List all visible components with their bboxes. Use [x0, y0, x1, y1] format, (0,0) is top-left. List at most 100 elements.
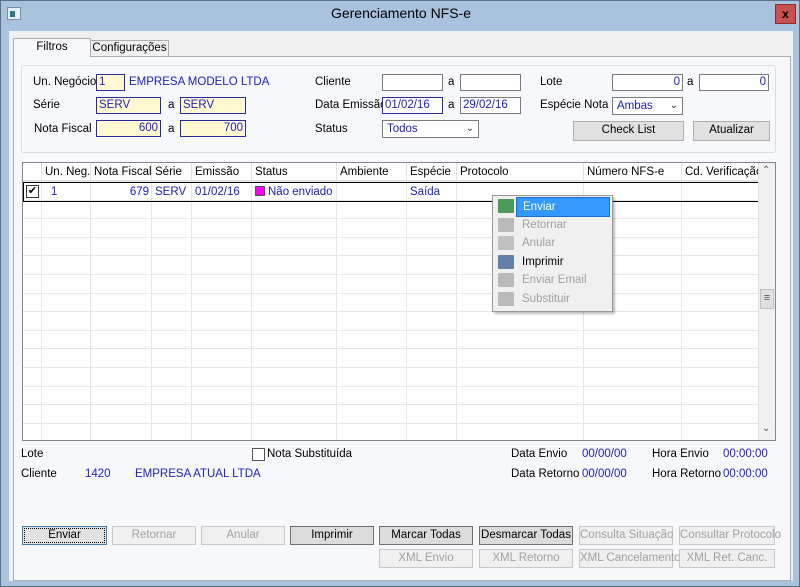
- scroll-thumb[interactable]: ≡: [760, 289, 774, 309]
- column-header[interactable]: Emissão: [192, 163, 252, 181]
- retornar-button[interactable]: Retornar: [112, 526, 196, 545]
- serie-from-input[interactable]: SERV: [96, 97, 161, 114]
- column-divider: [41, 163, 42, 440]
- data-emissao-to-input[interactable]: 29/02/16: [460, 97, 521, 114]
- row-divider: [23, 386, 758, 387]
- cell-serie: SERV: [155, 186, 187, 198]
- menu-item-retornar[interactable]: Retornar: [495, 216, 610, 234]
- cell-cd-verificacao: [682, 183, 759, 201]
- column-header[interactable]: Ambiente: [337, 163, 407, 181]
- lote-to-input[interactable]: 0: [699, 74, 769, 91]
- cliente-label: Cliente: [315, 76, 351, 88]
- cliente-to-input[interactable]: [460, 74, 521, 91]
- xml-envio-button[interactable]: XML Envio: [379, 549, 473, 568]
- nota-fiscal-to-input[interactable]: 700: [180, 120, 246, 137]
- range-sep: a: [448, 76, 455, 88]
- column-header[interactable]: Série: [152, 163, 192, 181]
- atualizar-button[interactable]: Atualizar: [693, 121, 770, 141]
- enviar-button[interactable]: Enviar: [22, 526, 107, 545]
- column-divider: [191, 163, 192, 440]
- cliente-name: EMPRESA ATUAL LTDA: [135, 468, 261, 480]
- cell-un-neg: 1: [51, 186, 58, 198]
- serie-label: Série: [33, 99, 60, 111]
- menu-item-substituir[interactable]: Substituir: [495, 290, 610, 308]
- consulta-situacao-button[interactable]: Consulta Situação: [579, 526, 673, 545]
- column-header[interactable]: Status: [252, 163, 337, 181]
- anular-button[interactable]: Anular: [201, 526, 285, 545]
- close-button[interactable]: x: [775, 4, 796, 24]
- menu-item-imprimir[interactable]: Imprimir: [495, 253, 610, 271]
- replace-icon: [498, 291, 514, 306]
- cliente-detail-label: Cliente: [21, 468, 57, 480]
- column-divider: [90, 163, 91, 440]
- hora-retorno-value: 00:00:00: [723, 468, 768, 480]
- data-envio-label: Data Envio: [511, 448, 568, 460]
- nfse-grid[interactable]: Un. Neg. Nota Fiscal Série Emissão Status Amb…: [22, 162, 776, 441]
- header-check: [23, 163, 42, 181]
- especie-nota-select[interactable]: Ambas ⌄: [612, 97, 683, 115]
- cliente-from-input[interactable]: [382, 74, 443, 91]
- lote-label: Lote: [540, 76, 563, 88]
- xml-retorno-button[interactable]: XML Retorno: [479, 549, 573, 568]
- menu-item-anular[interactable]: Anular: [495, 234, 610, 252]
- especie-nota-label: Espécie Nota: [540, 99, 609, 111]
- xml-ret-canc-button[interactable]: XML Ret. Canc.: [679, 549, 775, 568]
- data-retorno-value: 00/00/00: [582, 468, 627, 480]
- tab-configuracoes[interactable]: Configurações: [90, 40, 169, 57]
- cell-status: Não enviado: [252, 183, 337, 201]
- row-divider: [23, 311, 758, 312]
- imprimir-button[interactable]: Imprimir: [290, 526, 374, 545]
- column-divider: [151, 163, 152, 440]
- row-divider: [23, 423, 758, 424]
- status-value: Todos: [387, 123, 418, 135]
- scroll-up-icon[interactable]: ⌃: [762, 165, 770, 176]
- context-menu: Enviar Retornar Anular Imprimir Enviar Email…: [492, 195, 613, 312]
- check-list-button[interactable]: Check List: [573, 121, 684, 141]
- nota-fiscal-label: Nota Fiscal: [34, 123, 92, 135]
- vertical-scrollbar[interactable]: ⌃ ≡ ⌄: [758, 163, 775, 440]
- column-header[interactable]: Número NFS-e: [584, 163, 682, 181]
- nota-substituida-checkbox[interactable]: [252, 448, 265, 461]
- range-sep: a: [448, 99, 455, 111]
- row-divider: [23, 274, 758, 275]
- xml-cancelamento-button[interactable]: XML Cancelamento: [579, 549, 681, 568]
- nota-fiscal-from-input[interactable]: 600: [96, 120, 161, 137]
- column-header[interactable]: Cd. Verificação: [682, 163, 759, 181]
- un-negocio-input[interactable]: 1: [96, 74, 125, 91]
- data-retorno-label: Data Retorno: [511, 468, 580, 480]
- lote-from-input[interactable]: 0: [612, 74, 683, 91]
- column-divider: [251, 163, 252, 440]
- printer-icon: [498, 254, 514, 269]
- serie-to-input[interactable]: SERV: [180, 97, 246, 114]
- status-label: Status: [315, 123, 348, 135]
- return-icon: [498, 217, 514, 232]
- range-sep: a: [168, 123, 175, 135]
- row-divider: [23, 293, 758, 294]
- tab-filtros[interactable]: Filtros: [13, 38, 91, 57]
- cliente-code: 1420: [85, 468, 111, 480]
- marcar-todas-button[interactable]: Marcar Todas: [379, 526, 473, 545]
- menu-item-enviar[interactable]: Enviar: [495, 197, 610, 217]
- menu-item-enviar-email[interactable]: Enviar Email: [495, 271, 610, 289]
- especie-nota-value: Ambas: [617, 100, 653, 112]
- nota-substituida-label: Nota Substituída: [267, 448, 353, 460]
- column-divider: [456, 163, 457, 440]
- column-header[interactable]: Nota Fiscal: [91, 163, 152, 181]
- data-emissao-from-input[interactable]: 01/02/16: [382, 97, 443, 114]
- column-divider: [336, 163, 337, 440]
- range-sep: a: [168, 99, 175, 111]
- desmarcar-todas-button[interactable]: Desmarcar Todas: [479, 526, 573, 545]
- lote-detail-label: Lote: [21, 448, 44, 460]
- column-header[interactable]: Un. Neg.: [42, 163, 91, 181]
- consultar-protocolo-button[interactable]: Consultar Protocolo: [679, 526, 781, 545]
- column-header[interactable]: Protocolo: [457, 163, 584, 181]
- row-divider: [23, 404, 758, 405]
- range-sep: a: [687, 76, 694, 88]
- column-divider: [406, 163, 407, 440]
- column-header[interactable]: Espécie: [407, 163, 457, 181]
- row-checkbox[interactable]: ✔: [26, 185, 39, 198]
- status-select[interactable]: Todos ⌄: [382, 120, 479, 138]
- send-icon: [498, 199, 514, 213]
- scroll-down-icon[interactable]: ⌄: [762, 423, 770, 434]
- chevron-down-icon: ⌄: [669, 100, 678, 111]
